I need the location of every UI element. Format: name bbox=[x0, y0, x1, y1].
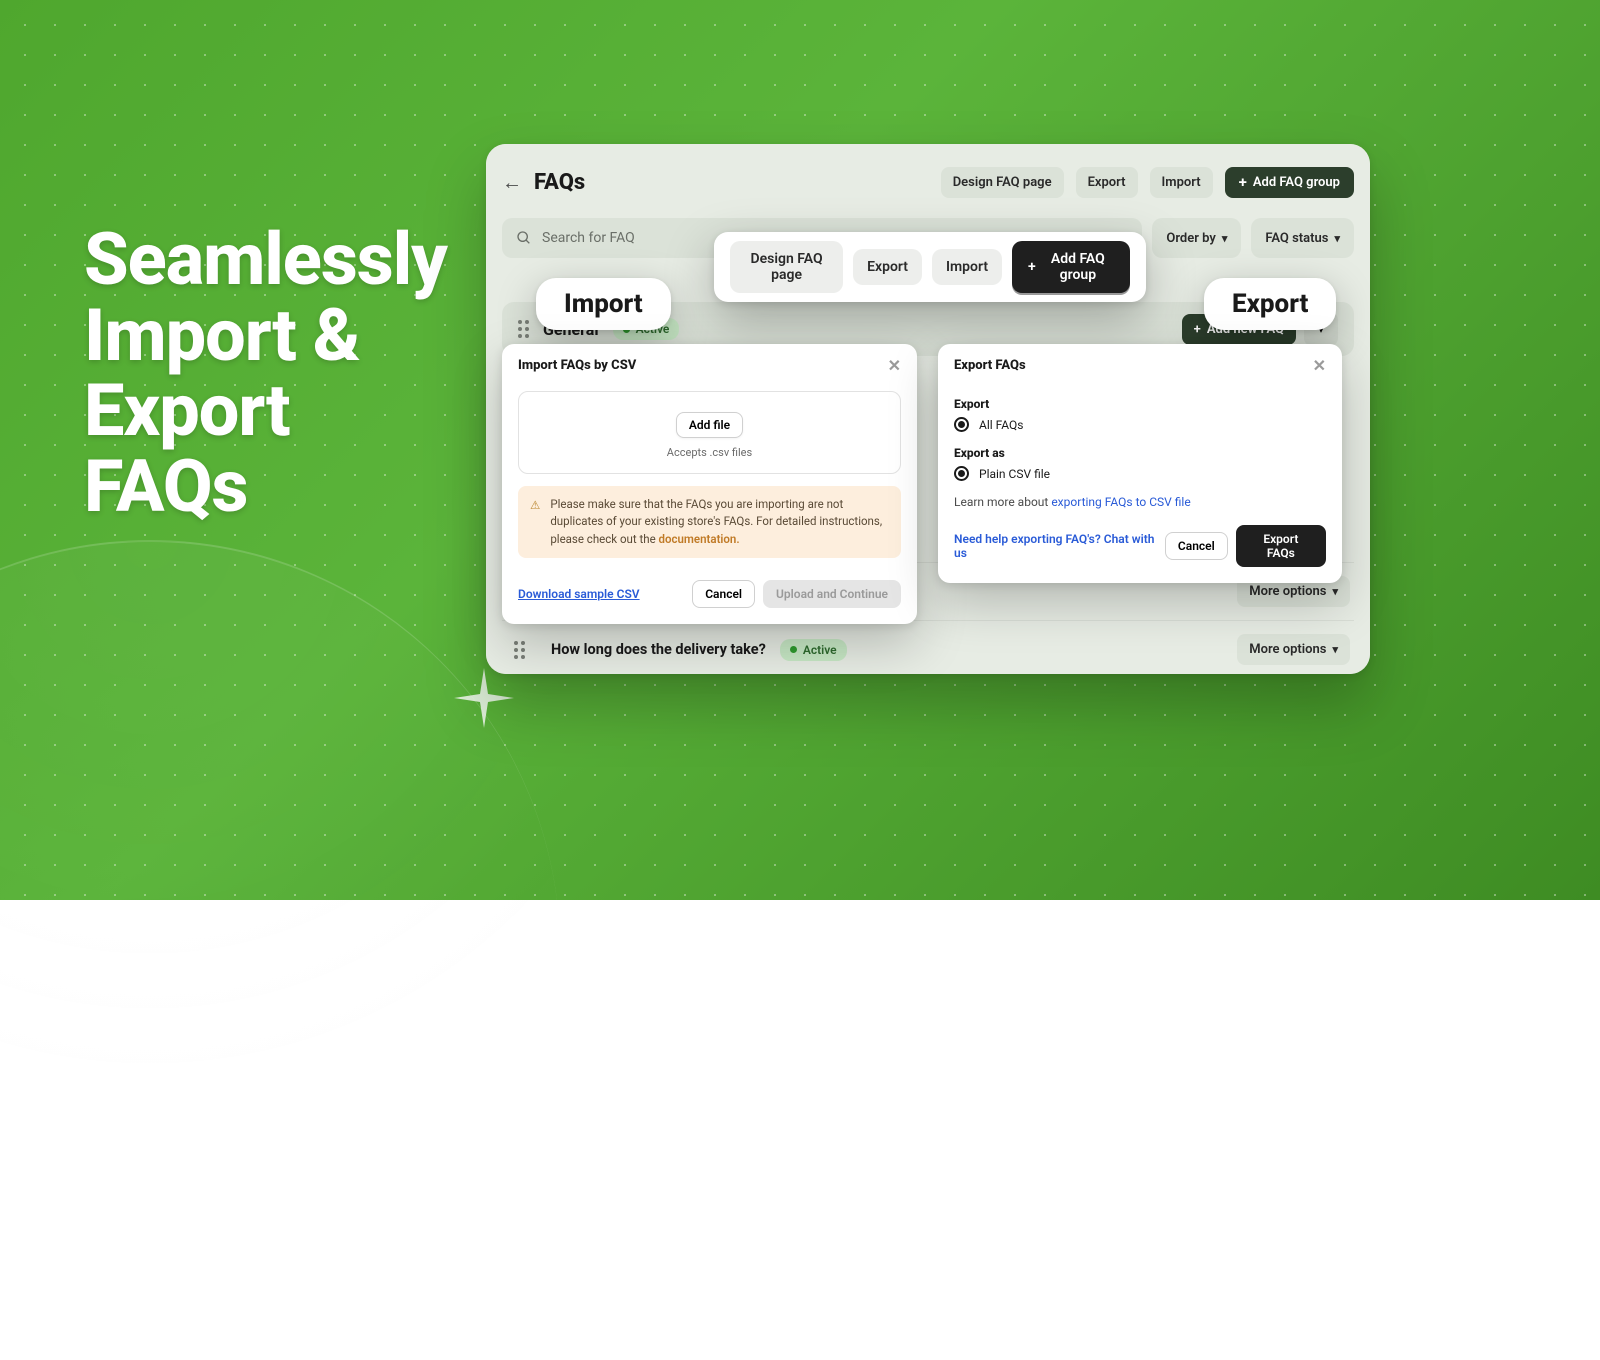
faq-question: How long does the delivery take? bbox=[551, 641, 766, 658]
modal-title: Import FAQs by CSV bbox=[518, 358, 636, 373]
section-label: Export bbox=[954, 397, 1326, 411]
add-faq-group-button[interactable]: +Add FAQ group bbox=[1225, 167, 1354, 198]
faq-status-filter[interactable]: FAQ status▾ bbox=[1251, 218, 1354, 258]
plus-icon: + bbox=[1028, 259, 1036, 275]
export-faqs-button[interactable]: Export FAQs bbox=[1236, 525, 1326, 567]
radio-plain-csv[interactable]: Plain CSV file bbox=[954, 464, 1326, 483]
export-callout: Export bbox=[1204, 278, 1336, 330]
radio-icon bbox=[954, 466, 969, 481]
upload-continue-button: Upload and Continue bbox=[763, 580, 901, 608]
marketing-headline: Seamlessly Import & Export FAQs bbox=[84, 222, 447, 524]
import-button[interactable]: Import bbox=[932, 249, 1002, 285]
add-file-button[interactable]: Add file bbox=[676, 412, 743, 438]
status-badge: Active bbox=[780, 639, 847, 661]
drag-handle-icon[interactable] bbox=[518, 320, 529, 338]
import-modal: Import FAQs by CSV ✕ Add file Accepts .c… bbox=[502, 344, 917, 624]
warning-icon: ⚠ bbox=[530, 497, 540, 548]
design-faq-page-button[interactable]: Design FAQ page bbox=[941, 167, 1064, 198]
export-modal: Export FAQs ✕ Export All FAQs Export as … bbox=[938, 344, 1342, 583]
design-faq-page-button[interactable]: Design FAQ page bbox=[730, 241, 843, 293]
search-icon bbox=[516, 230, 532, 246]
chevron-down-icon: ▾ bbox=[1332, 585, 1338, 598]
chevron-down-icon: ▾ bbox=[1334, 232, 1340, 245]
back-arrow-icon[interactable]: ← bbox=[502, 170, 522, 195]
radio-all-faqs[interactable]: All FAQs bbox=[954, 415, 1326, 434]
close-icon[interactable]: ✕ bbox=[1313, 356, 1326, 375]
export-button[interactable]: Export bbox=[1076, 167, 1138, 198]
add-faq-group-button[interactable]: +Add FAQ group bbox=[1012, 241, 1130, 293]
learn-more-text: Learn more about exporting FAQs to CSV f… bbox=[954, 495, 1326, 509]
learn-more-link[interactable]: exporting FAQs to CSV file bbox=[1051, 495, 1190, 509]
drag-handle-icon[interactable] bbox=[514, 641, 525, 659]
download-sample-link[interactable]: Download sample CSV bbox=[518, 587, 640, 601]
plus-icon: + bbox=[1194, 322, 1201, 337]
radio-icon bbox=[954, 417, 969, 432]
faq-row: How long does the delivery take? Active … bbox=[502, 620, 1354, 674]
page-title: FAQs bbox=[534, 170, 585, 195]
modal-title: Export FAQs bbox=[954, 358, 1026, 373]
cancel-button[interactable]: Cancel bbox=[1165, 532, 1228, 560]
import-callout: Import bbox=[536, 278, 671, 330]
chevron-down-icon: ▾ bbox=[1222, 232, 1228, 245]
documentation-link[interactable]: documentation. bbox=[659, 532, 740, 546]
floating-toolbar: Design FAQ page Export Import +Add FAQ g… bbox=[714, 232, 1146, 302]
file-drop-zone[interactable]: Add file Accepts .csv files bbox=[518, 391, 901, 474]
more-options-button[interactable]: More options▾ bbox=[1237, 634, 1350, 665]
import-button[interactable]: Import bbox=[1150, 167, 1213, 198]
accepts-text: Accepts .csv files bbox=[529, 446, 890, 459]
section-label: Export as bbox=[954, 446, 1326, 460]
cancel-button[interactable]: Cancel bbox=[692, 580, 755, 608]
sparkle-icon bbox=[454, 668, 514, 728]
close-icon[interactable]: ✕ bbox=[888, 356, 901, 375]
export-button[interactable]: Export bbox=[853, 249, 922, 285]
chat-help-link[interactable]: Need help exporting FAQ's? Chat with us bbox=[954, 532, 1165, 560]
order-by-filter[interactable]: Order by▾ bbox=[1152, 218, 1241, 258]
chevron-down-icon: ▾ bbox=[1332, 643, 1338, 656]
warning-banner: ⚠ Please make sure that the FAQs you are… bbox=[518, 486, 901, 558]
